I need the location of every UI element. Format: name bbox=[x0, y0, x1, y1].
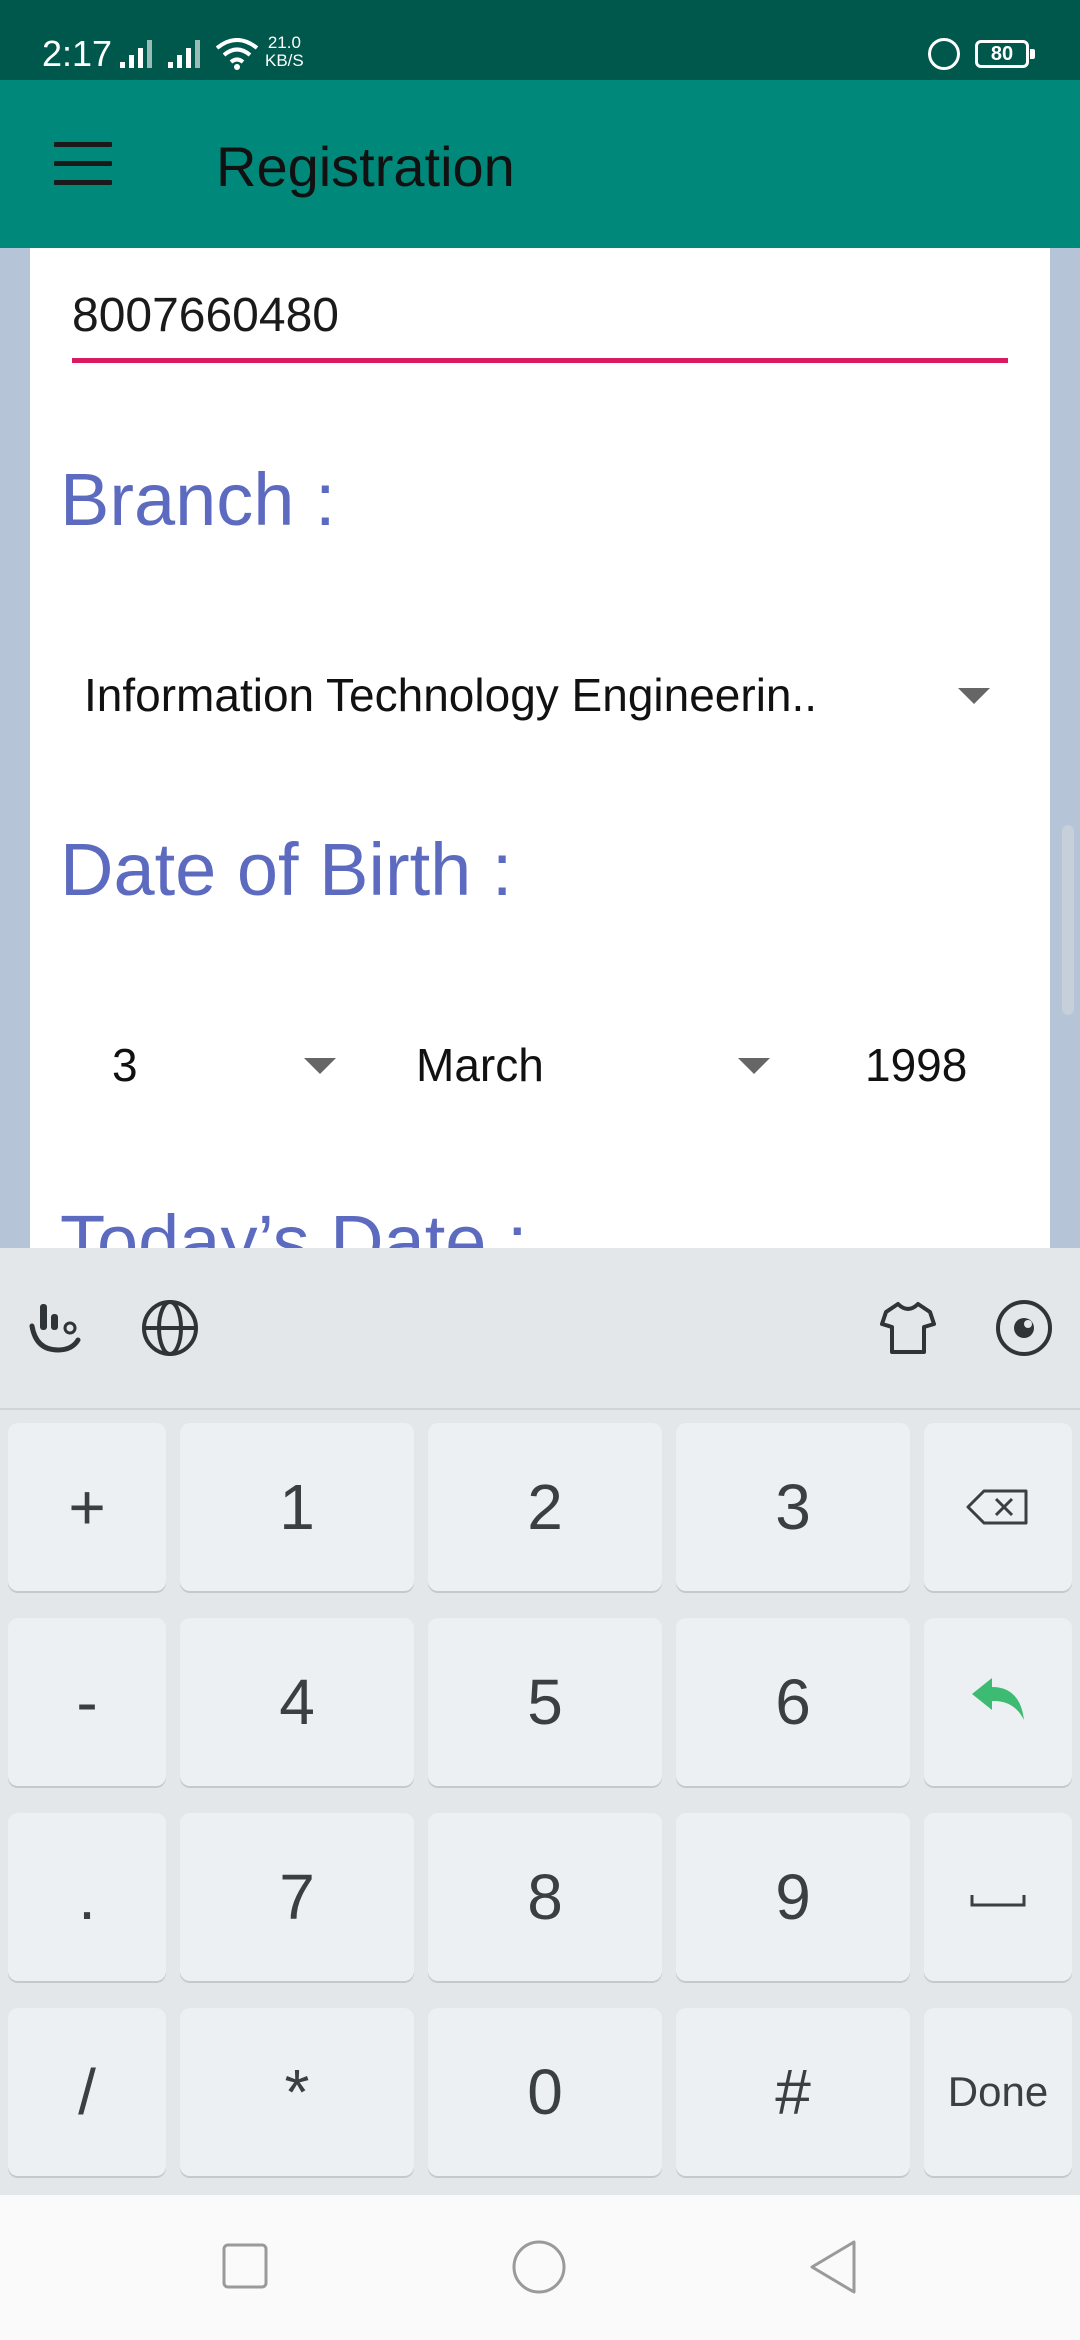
key-hash[interactable]: # bbox=[676, 2008, 910, 2176]
network-speed: 21.0 KB/S bbox=[265, 34, 304, 70]
dob-year-dropdown[interactable]: 1998 bbox=[850, 1018, 1030, 1108]
battery-icon: 80 bbox=[975, 40, 1035, 68]
globe-icon[interactable] bbox=[140, 1298, 200, 1358]
signal-icon bbox=[120, 40, 152, 68]
touchpal-logo-icon[interactable] bbox=[26, 1298, 86, 1358]
scrollbar[interactable] bbox=[1062, 825, 1074, 1015]
network-speed-unit: KB/S bbox=[265, 51, 304, 70]
dob-day-value: 3 bbox=[112, 1039, 138, 1091]
chevron-down-icon bbox=[304, 1058, 336, 1074]
app-bar: Registration bbox=[0, 80, 1080, 248]
space-icon bbox=[970, 1895, 1026, 1907]
space-key[interactable] bbox=[924, 1813, 1072, 1981]
status-time: 2:17 bbox=[42, 33, 113, 74]
wifi-icon bbox=[215, 38, 259, 70]
enter-key[interactable] bbox=[924, 1618, 1072, 1786]
dob-month-dropdown[interactable]: March bbox=[400, 1018, 820, 1108]
done-key[interactable]: Done bbox=[924, 2008, 1072, 2176]
home-icon[interactable] bbox=[511, 2239, 567, 2295]
keyboard-toolbar bbox=[0, 1248, 1080, 1410]
backspace-icon bbox=[966, 1489, 1028, 1525]
today-date-label: Today’s Date : bbox=[60, 1200, 528, 1248]
branch-dropdown[interactable]: Information Technology Engineerin.. bbox=[70, 648, 1030, 738]
key-9[interactable]: 9 bbox=[676, 1813, 910, 1981]
key-8[interactable]: 8 bbox=[428, 1813, 662, 1981]
phone-input[interactable]: 8007660480 bbox=[72, 288, 339, 344]
dob-month-value: March bbox=[416, 1039, 544, 1091]
key-0[interactable]: 0 bbox=[428, 2008, 662, 2176]
rotation-lock-icon bbox=[928, 38, 960, 70]
menu-icon[interactable] bbox=[54, 142, 112, 186]
recents-icon[interactable] bbox=[222, 2243, 268, 2289]
battery-level: 80 bbox=[990, 43, 1014, 65]
chevron-down-icon bbox=[958, 688, 990, 704]
dob-label: Date of Birth : bbox=[60, 828, 513, 911]
settings-icon[interactable] bbox=[994, 1298, 1054, 1358]
enter-arrow-icon bbox=[972, 1678, 1024, 1720]
numeric-keyboard: + 1 2 3 - 4 5 6 . 7 8 9 / * 0 # Done bbox=[0, 1248, 1080, 2195]
key-7[interactable]: 7 bbox=[180, 1813, 414, 1981]
key-slash[interactable]: / bbox=[8, 2008, 166, 2176]
key-plus[interactable]: + bbox=[8, 1423, 166, 1591]
dob-year-value: 1998 bbox=[865, 1039, 968, 1091]
branch-selected-value: Information Technology Engineerin.. bbox=[84, 669, 818, 721]
theme-shirt-icon[interactable] bbox=[878, 1298, 938, 1358]
chevron-down-icon bbox=[738, 1058, 770, 1074]
key-minus[interactable]: - bbox=[8, 1618, 166, 1786]
network-speed-value: 21.0 bbox=[267, 33, 301, 52]
status-bar: 2:17 21.0 KB/S 80 bbox=[0, 0, 1080, 80]
page-title: Registration bbox=[216, 135, 515, 198]
key-period[interactable]: . bbox=[8, 1813, 166, 1981]
registration-form: 8007660480 Branch : Information Technolo… bbox=[30, 248, 1050, 1248]
key-1[interactable]: 1 bbox=[180, 1423, 414, 1591]
signal-icon-2 bbox=[168, 40, 200, 68]
back-icon[interactable] bbox=[808, 2239, 858, 2295]
dob-day-dropdown[interactable]: 3 bbox=[70, 1018, 380, 1108]
branch-label: Branch : bbox=[60, 458, 336, 541]
key-3[interactable]: 3 bbox=[676, 1423, 910, 1591]
key-2[interactable]: 2 bbox=[428, 1423, 662, 1591]
backspace-key[interactable] bbox=[924, 1423, 1072, 1591]
key-6[interactable]: 6 bbox=[676, 1618, 910, 1786]
system-nav-bar bbox=[0, 2195, 1080, 2340]
key-asterisk[interactable]: * bbox=[180, 2008, 414, 2176]
key-4[interactable]: 4 bbox=[180, 1618, 414, 1786]
key-5[interactable]: 5 bbox=[428, 1618, 662, 1786]
phone-input-underline bbox=[72, 358, 1008, 363]
